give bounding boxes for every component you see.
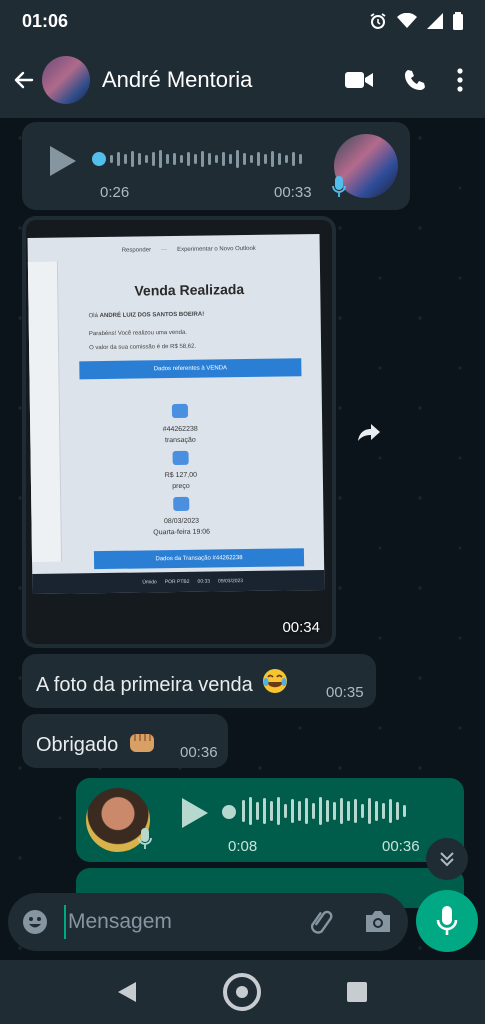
message-time: 00:36 — [382, 838, 420, 855]
laptop-screen: Responder ··· Experimentar o Novo Outloo… — [27, 233, 325, 595]
battery-icon — [453, 12, 463, 30]
price-icon — [172, 450, 189, 466]
mic-icon — [138, 828, 152, 849]
message-text: Obrigado — [36, 734, 119, 756]
chat-area[interactable]: 0:26 00:33 Responder ··· Experimentar o … — [0, 118, 485, 960]
play-icon[interactable] — [180, 796, 210, 830]
transaction-band: Dados da Transação #44262238 — [93, 548, 305, 570]
voice-message-incoming[interactable]: 0:26 00:33 — [22, 122, 410, 210]
message-text: A foto da primeira venda — [36, 674, 253, 696]
nav-recents-button[interactable] — [347, 982, 367, 1002]
audio-waveform[interactable] — [242, 796, 406, 826]
price-label: preço — [172, 482, 190, 491]
audio-progress-handle[interactable] — [92, 152, 106, 166]
mic-icon — [436, 906, 458, 935]
sale-date: 08/03/2023 — [163, 517, 200, 526]
nav-home-button[interactable] — [223, 973, 261, 1011]
sale-date-label: Quarta-feira 19:06 — [153, 528, 211, 537]
taskbar-lang: POR PTB2 — [164, 578, 190, 586]
toggle-text: Experimentar o Novo Outlook — [177, 245, 256, 253]
paperclip-icon[interactable] — [308, 907, 338, 937]
play-icon[interactable] — [48, 144, 78, 178]
sale-heading: Venda Realizada — [134, 281, 245, 299]
audio-waveform[interactable] — [110, 144, 302, 174]
mic-icon — [332, 176, 346, 197]
double-chevron-down-icon — [440, 852, 454, 867]
sale-data-band: Dados referentes à VENDA — [79, 358, 302, 380]
sale-photo[interactable]: Responder ··· Experimentar o Novo Outloo… — [26, 220, 332, 644]
arrow-left-icon — [14, 71, 34, 89]
transaction-label: transação — [164, 436, 196, 445]
message-time: 00:35 — [326, 684, 364, 701]
voice-call-icon[interactable] — [403, 68, 427, 92]
greeting-prefix: Olá — [88, 313, 99, 320]
taskbar-date: 09/03/2023 — [218, 578, 244, 585]
greeting-name: ANDRÉ LUIZ DOS SANTOS BOEIRA! — [99, 311, 205, 320]
transaction-id: #44262238 — [162, 425, 198, 434]
record-voice-button[interactable] — [416, 890, 478, 952]
audio-duration: 0:26 — [100, 184, 130, 201]
taskbar-time: 00:33 — [197, 578, 211, 585]
system-nav-bar — [0, 960, 485, 1024]
back-button[interactable] — [10, 66, 38, 94]
nav-back-icon[interactable] — [116, 980, 138, 1004]
text-message[interactable]: A foto da primeira venda 00:35 — [22, 654, 376, 708]
taskbar-weather: Úmido — [142, 579, 157, 586]
audio-progress-handle[interactable] — [222, 805, 236, 819]
text-message[interactable]: Obrigado 00:36 — [22, 714, 228, 768]
audio-duration: 0:08 — [228, 838, 258, 855]
fist-emoji-icon — [129, 734, 154, 752]
message-time: 00:36 — [180, 744, 218, 761]
message-composer — [8, 893, 408, 951]
video-call-icon[interactable] — [345, 70, 373, 90]
more-text: ··· — [161, 247, 168, 254]
voice-message-outgoing[interactable]: 0:08 00:36 — [76, 778, 464, 862]
more-options-icon[interactable] — [457, 68, 463, 92]
signal-icon — [427, 13, 443, 29]
joy-emoji-icon — [263, 669, 288, 693]
congrats-text: Parabéns! Você realizou uma venda. — [88, 329, 187, 338]
forward-icon[interactable] — [354, 416, 384, 446]
wifi-icon — [397, 13, 417, 28]
windows-taskbar: Úmido POR PTB2 00:33 09/03/2023 — [32, 569, 325, 595]
sale-price: R$ 127,00 — [164, 471, 198, 480]
contact-avatar[interactable] — [42, 56, 90, 104]
commission-text: O valor da sua comissão é de R$ 58,62. — [89, 343, 197, 352]
transaction-icon — [171, 403, 189, 419]
image-message[interactable]: Responder ··· Experimentar o Novo Outloo… — [22, 216, 336, 648]
chat-header: André Mentoria — [0, 42, 485, 118]
calendar-icon — [173, 496, 190, 512]
scroll-to-bottom-button[interactable] — [426, 838, 468, 880]
alarm-icon — [370, 13, 386, 29]
camera-icon[interactable] — [364, 908, 392, 934]
reply-text: Responder — [121, 247, 152, 254]
status-time: 01:06 — [22, 10, 69, 31]
message-time: 00:34 — [282, 619, 320, 636]
emoji-icon[interactable] — [22, 909, 48, 935]
status-bar: 01:06 — [0, 0, 485, 42]
message-time: 00:33 — [274, 184, 312, 201]
message-input[interactable] — [64, 905, 296, 939]
contact-name[interactable]: André Mentoria — [102, 67, 252, 93]
